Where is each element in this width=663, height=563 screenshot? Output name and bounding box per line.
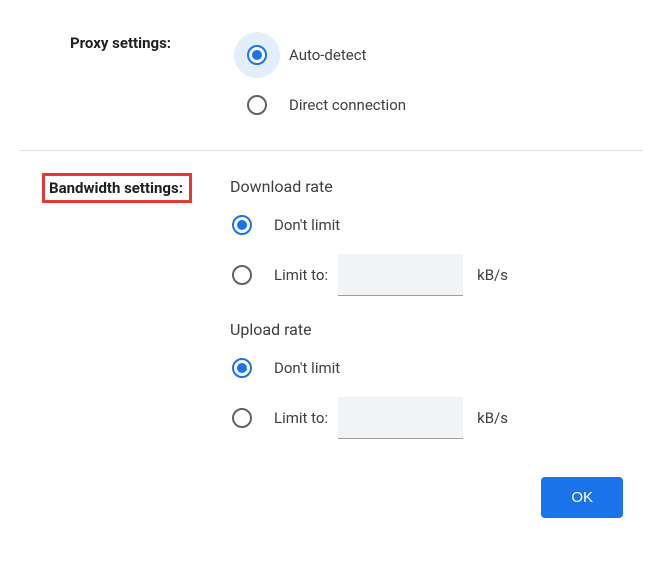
bandwidth-section: Bandwidth settings: Download rate Don't … [20, 151, 643, 463]
download-limit-option[interactable] [230, 263, 254, 287]
proxy-direct-label: Direct connection [289, 96, 406, 114]
radio-selected-icon [245, 43, 269, 67]
upload-limit-option[interactable] [230, 406, 254, 430]
proxy-auto-detect-option[interactable]: Auto-detect [245, 30, 643, 80]
download-unit: kB/s [477, 266, 508, 284]
radio-unselected-icon [245, 93, 269, 117]
upload-unit: kB/s [477, 409, 508, 427]
upload-dont-limit-option[interactable]: Don't limit [230, 343, 643, 393]
upload-limit-input[interactable] [338, 397, 463, 439]
download-dont-limit-option[interactable]: Don't limit [230, 200, 643, 250]
proxy-auto-detect-label: Auto-detect [289, 46, 366, 64]
download-rate-heading: Download rate [230, 177, 643, 196]
dialog-footer: OK [20, 463, 643, 518]
download-dont-limit-label: Don't limit [274, 216, 340, 234]
upload-limit-label: Limit to: [274, 409, 328, 427]
proxy-section: Proxy settings: Auto-detect Direct conne… [20, 20, 643, 150]
upload-rate-heading: Upload rate [230, 320, 643, 339]
radio-selected-icon [230, 356, 254, 380]
bandwidth-highlight: Bandwidth settings: [42, 173, 192, 203]
proxy-label: Proxy settings: [70, 34, 171, 52]
bandwidth-label: Bandwidth settings: [49, 179, 183, 197]
download-limit-input[interactable] [338, 254, 463, 296]
radio-selected-icon [230, 213, 254, 237]
ok-button[interactable]: OK [541, 477, 623, 518]
upload-dont-limit-label: Don't limit [274, 359, 340, 377]
download-limit-label: Limit to: [274, 266, 328, 284]
proxy-direct-option[interactable]: Direct connection [245, 80, 643, 130]
